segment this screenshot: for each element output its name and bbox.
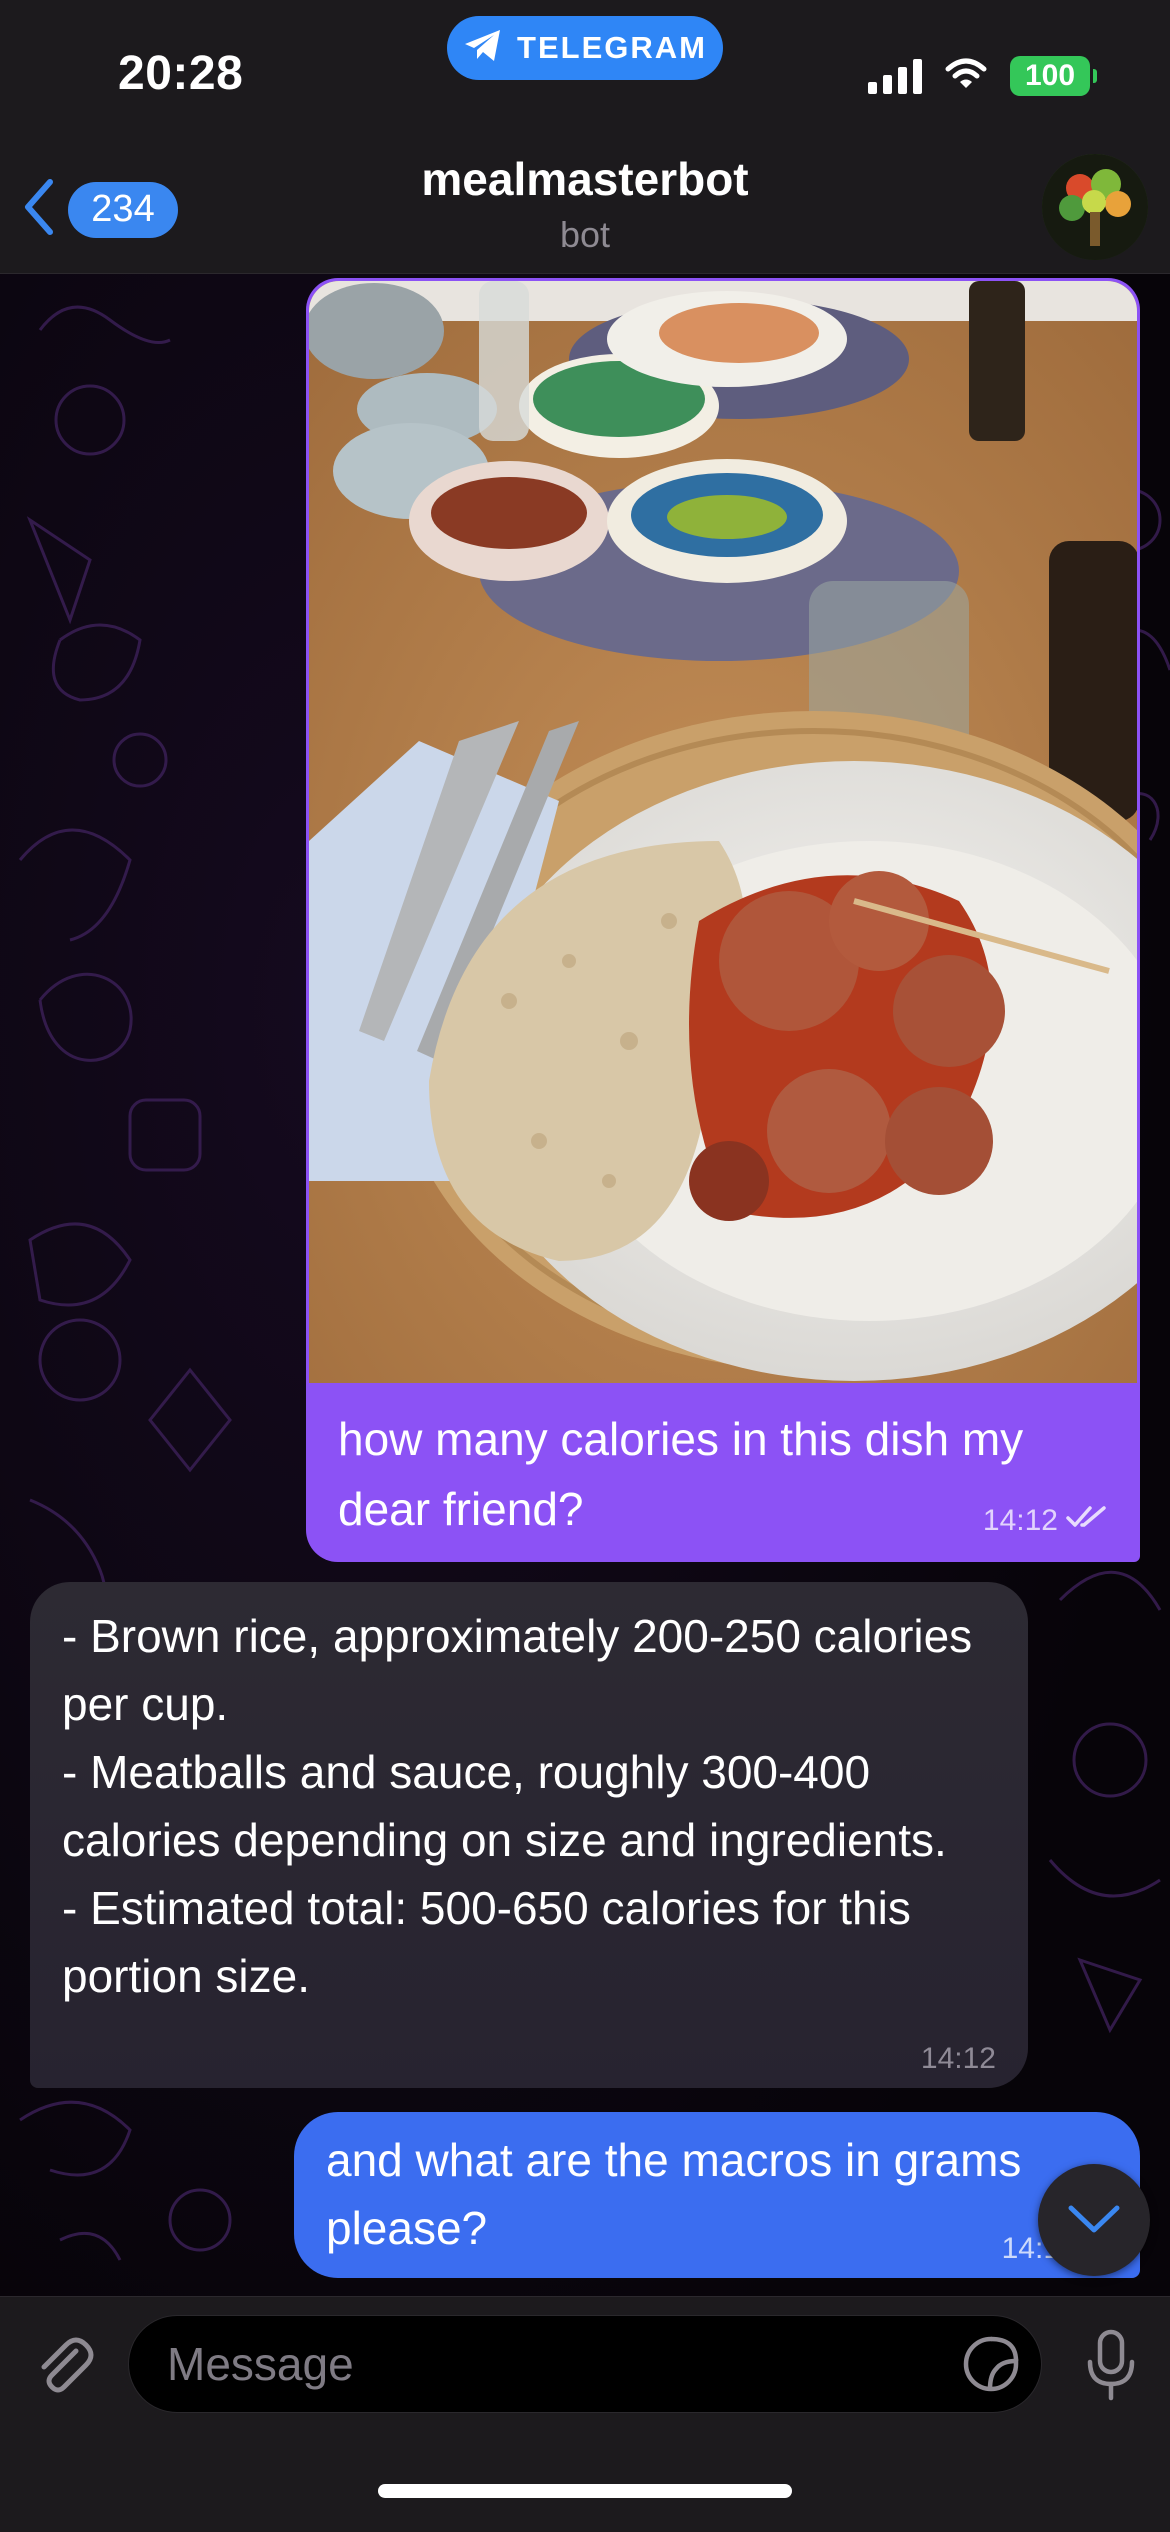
wifi-icon — [944, 57, 988, 96]
message-field[interactable] — [128, 2315, 1042, 2413]
chat-title: mealmasterbot — [421, 153, 749, 205]
battery-indicator: 100 — [1010, 56, 1097, 96]
double-check-icon — [1066, 1504, 1110, 1538]
home-indicator[interactable] — [378, 2484, 792, 2498]
attach-button[interactable] — [28, 2331, 100, 2403]
cellular-signal-icon — [868, 58, 922, 94]
sticker-button[interactable] — [961, 2336, 1021, 2396]
incoming-message[interactable]: - Brown rice, approximately 200-250 calo… — [30, 1582, 1028, 2088]
telegram-logo-icon — [463, 28, 503, 69]
message-time: 14:12 — [982, 1504, 1058, 1537]
meal-photo[interactable] — [309, 281, 1137, 1383]
outgoing-photo-message[interactable]: how many calories in this dish my dear f… — [306, 278, 1140, 1562]
chevron-down-icon — [1067, 2202, 1121, 2239]
status-indicators: 100 — [868, 56, 1097, 96]
status-time: 20:28 — [118, 47, 244, 100]
microphone-icon — [1084, 2328, 1138, 2407]
bot-avatar[interactable] — [1042, 154, 1148, 260]
outgoing-message-text: and what are the macros in grams please? — [326, 2134, 1022, 2254]
chat-title-block[interactable]: mealmasterbot bot — [0, 152, 1170, 256]
voice-record-button[interactable] — [1076, 2327, 1146, 2407]
tree-avatar-icon — [1042, 154, 1148, 260]
scroll-to-bottom-button[interactable] — [1038, 2164, 1150, 2276]
incoming-message-text: - Brown rice, approximately 200-250 calo… — [62, 1610, 973, 2002]
chat-subtitle: bot — [559, 214, 611, 255]
top-bar: 20:28 TELEGRAM 100 234 mealmasterbot bot — [0, 0, 1170, 274]
message-meta: 14:12 — [983, 1504, 1110, 1538]
telegram-pill[interactable]: TELEGRAM — [447, 16, 723, 80]
outgoing-message[interactable]: and what are the macros in grams please?… — [294, 2112, 1140, 2278]
message-time: 14:12 — [920, 2042, 996, 2075]
paperclip-icon — [32, 2333, 96, 2402]
telegram-pill-label: TELEGRAM — [517, 30, 707, 65]
sticker-icon — [962, 2335, 1020, 2398]
message-input[interactable] — [167, 2316, 947, 2412]
